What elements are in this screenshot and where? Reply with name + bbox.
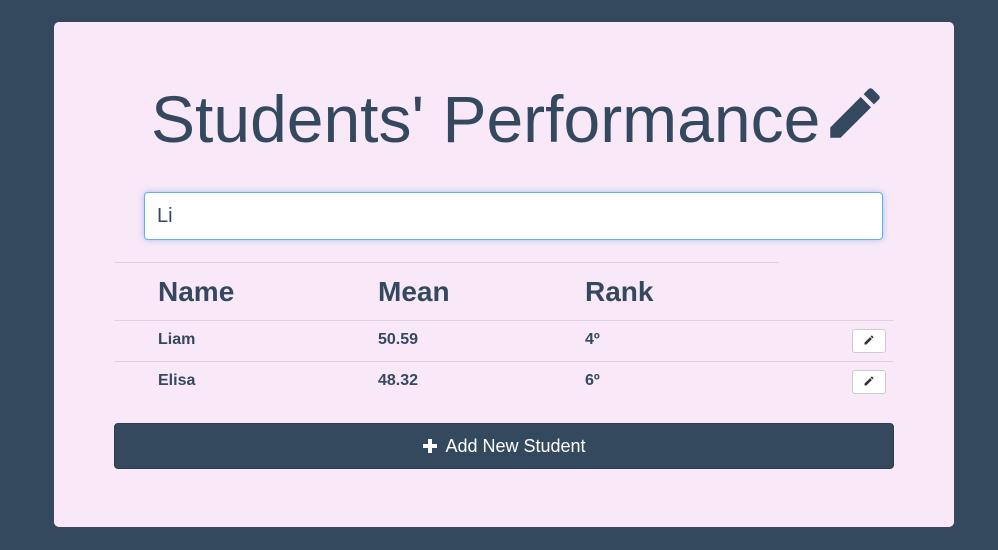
row-divider: [114, 320, 894, 321]
student-mean: 50.59: [378, 331, 419, 348]
page-title-text: Students' Performance: [151, 82, 821, 156]
student-name: Elisa: [158, 372, 196, 389]
table-divider: [114, 262, 779, 263]
edit-student-button[interactable]: [852, 370, 886, 394]
page-title: Students' Performance: [151, 86, 888, 152]
student-name: Liam: [158, 331, 196, 348]
plus-icon: [422, 438, 438, 454]
column-header-mean[interactable]: Mean: [378, 274, 450, 310]
add-new-student-label: Add New Student: [445, 435, 586, 456]
column-header-name[interactable]: Name: [158, 274, 234, 310]
student-rank: 6º: [585, 372, 600, 389]
pencil-icon: [822, 80, 888, 146]
row-divider: [114, 361, 894, 362]
student-rank: 4º: [585, 331, 600, 348]
pencil-icon: [863, 334, 875, 349]
search-input[interactable]: [144, 192, 883, 240]
edit-student-button[interactable]: [852, 329, 886, 353]
add-new-student-button[interactable]: Add New Student: [114, 423, 894, 469]
student-mean: 48.32: [378, 372, 419, 389]
column-header-rank[interactable]: Rank: [585, 274, 653, 310]
main-card: Students' Performance Name Mean Rank Lia…: [54, 22, 954, 527]
pencil-icon: [863, 375, 875, 390]
